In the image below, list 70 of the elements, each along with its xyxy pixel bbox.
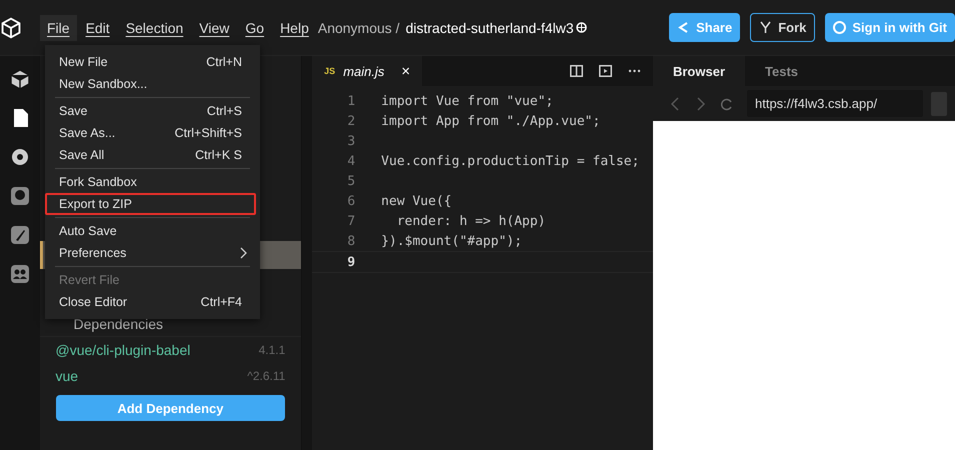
chevron-icon: [240, 247, 248, 259]
entry-label: Save As...: [59, 126, 116, 140]
preview-icon[interactable]: [598, 65, 612, 77]
code-line: import Vue from "vue";: [381, 94, 554, 108]
shortcut: Ctrl+K S: [195, 148, 243, 162]
shortcut: Ctrl+S: [206, 104, 243, 118]
line-number: 8: [346, 234, 356, 248]
entry-label: Revert File: [59, 273, 120, 287]
dependency-version: 4.1.1: [258, 343, 286, 357]
shortcut: Ctrl+Shift+S: [174, 126, 243, 140]
menu-entry[interactable]: Close Editor Ctrl+F4: [45, 291, 256, 313]
fork-icon: [759, 21, 772, 34]
dependency-version: ^2.6.11: [247, 369, 286, 383]
code-line: import App from "./App.vue";: [381, 114, 600, 128]
menu-item[interactable]: File: [40, 14, 77, 40]
preview-tab[interactable]: Browser: [652, 56, 746, 86]
split-icon[interactable]: [570, 65, 583, 77]
menu-entry[interactable]: Fork Sandbox: [45, 171, 256, 193]
close-icon[interactable]: ×: [401, 62, 410, 80]
cube-icon[interactable]: [8, 68, 31, 90]
entry-label: Save: [59, 104, 88, 118]
line-number: 9: [346, 254, 356, 270]
refresh-icon[interactable]: [720, 96, 733, 110]
url-field[interactable]: https://f4lw3.csb.app/: [746, 90, 923, 117]
menu-entry[interactable]: Export to ZIP: [45, 193, 256, 215]
menu-item[interactable]: Selection: [118, 14, 190, 40]
sandbox-title: distracted-sutherland-f4lw3: [406, 20, 574, 36]
dependency-name[interactable]: @vue/cli-plugin-babel: [56, 342, 190, 358]
menu-entry[interactable]: Auto Save: [45, 220, 256, 242]
js-label: JS: [324, 66, 336, 76]
code-line: new Vue({: [381, 194, 452, 208]
owner-name: Anonymous /: [318, 20, 400, 36]
menu-entry[interactable]: Preferences: [45, 242, 256, 264]
entry-label: Save All: [59, 148, 104, 162]
menu-item[interactable]: Go: [238, 14, 272, 40]
menu-entry[interactable]: New Sandbox...: [45, 73, 256, 95]
menu-item[interactable]: Edit: [78, 14, 117, 40]
editor-tab[interactable]: JS main.js ×: [312, 56, 422, 86]
menu-item[interactable]: Help: [273, 14, 316, 40]
code-line: }).$mount("#app");: [381, 234, 522, 248]
menu-entry[interactable]: Save Ctrl+S: [45, 100, 256, 122]
entry-label: New File: [59, 55, 108, 69]
entry-label: Preferences: [59, 246, 126, 260]
code-line: render: h => h(App): [396, 214, 546, 228]
line-number: 1: [346, 94, 356, 108]
menu-entry[interactable]: New File Ctrl+N: [45, 51, 256, 73]
line-number: 5: [346, 174, 356, 188]
share-icon: [677, 21, 690, 34]
shortcut: Ctrl+N: [206, 55, 243, 69]
entry-label: Export to ZIP: [59, 197, 132, 211]
code-line: Vue.config.productionTip = false;: [381, 154, 640, 168]
line-number: 4: [346, 154, 356, 168]
line-number: 7: [346, 214, 356, 228]
globe-icon: [576, 22, 587, 33]
menu-entry[interactable]: Save All Ctrl+K S: [45, 144, 256, 166]
entry-label: Close Editor: [59, 295, 128, 309]
preview-tab[interactable]: Tests: [745, 56, 818, 86]
line-number: 3: [346, 134, 356, 148]
dependency-name[interactable]: vue: [56, 368, 78, 384]
fork-button[interactable]: Fork: [750, 13, 816, 42]
tab-label: main.js: [343, 64, 384, 78]
line-number: 2: [346, 114, 356, 128]
shortcut: Ctrl+F4: [200, 295, 243, 309]
line-number: 6: [346, 194, 356, 208]
entry-label: New Sandbox...: [59, 77, 148, 91]
menu-entry[interactable]: Save As... Ctrl+Shift+S: [45, 122, 256, 144]
entry-label: Fork Sandbox: [59, 175, 137, 189]
menu-item[interactable]: View: [192, 14, 236, 40]
entry-label: Auto Save: [59, 224, 117, 238]
people-icon[interactable]: [8, 263, 31, 285]
